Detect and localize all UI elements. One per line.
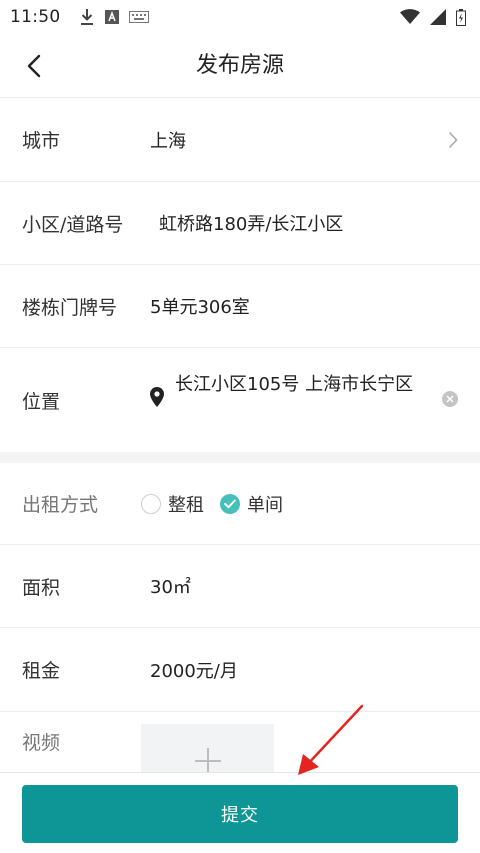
rental-mode-row: 出租方式 整租 单间 [0,463,480,545]
rent-value[interactable]: 2000元/月 [150,657,238,683]
community-label: 小区/道路号 [22,213,124,236]
submit-button[interactable]: 提交 [22,785,458,843]
city-value: 上海 [150,130,186,152]
community-row[interactable]: 小区/道路号 虹桥路180弄/长江小区 [0,182,480,265]
nav-bar: 发布房源 [0,34,480,98]
building-row[interactable]: 楼栋门牌号 5单元306室 [0,265,480,348]
a-badge-icon [104,10,119,24]
building-label: 楼栋门牌号 [22,296,118,319]
building-value[interactable]: 5单元306室 [150,293,250,319]
rental-mode-label: 出租方式 [22,494,99,516]
status-bar: 11:50 [0,0,480,34]
location-label: 位置 [22,390,61,413]
signal-icon [430,9,446,25]
bottom-bar: 提交 [0,772,480,853]
location-row[interactable]: 位置 长江小区105号 上海市长宁区 [0,348,480,452]
check-circle-icon [220,493,240,514]
rent-label: 租金 [22,660,61,682]
clear-location-button[interactable] [442,391,458,407]
area-row[interactable]: 面积 30㎡ [0,545,480,628]
radio-circle-unchecked [141,493,161,514]
city-row[interactable]: 城市 上海 [0,98,480,182]
back-button[interactable] [18,50,50,82]
area-value[interactable]: 30㎡ [150,573,191,599]
wifi-icon [400,9,420,24]
chevron-right-icon [448,131,458,148]
close-icon [446,395,454,403]
community-value[interactable]: 虹桥路180弄/长江小区 [159,210,343,236]
download-icon [80,9,93,25]
radio-whole-rent-label: 整租 [168,494,204,516]
radio-single-room[interactable]: 单间 [220,491,283,517]
page-title: 发布房源 [195,53,284,78]
section-divider [0,452,480,463]
radio-single-room-label: 单间 [247,494,283,516]
battery-icon [456,8,466,26]
area-label: 面积 [22,576,61,599]
radio-whole-rent[interactable]: 整租 [141,491,204,517]
rent-row[interactable]: 租金 2000元/月 [0,628,480,712]
video-label: 视频 [22,732,61,754]
city-label: 城市 [22,130,61,152]
keyboard-icon [128,11,149,23]
status-time: 11:50 [10,7,61,27]
location-pin-icon [150,387,164,407]
location-value: 长江小区105号 上海市长宁区 [175,374,414,395]
chevron-left-icon [27,54,41,78]
